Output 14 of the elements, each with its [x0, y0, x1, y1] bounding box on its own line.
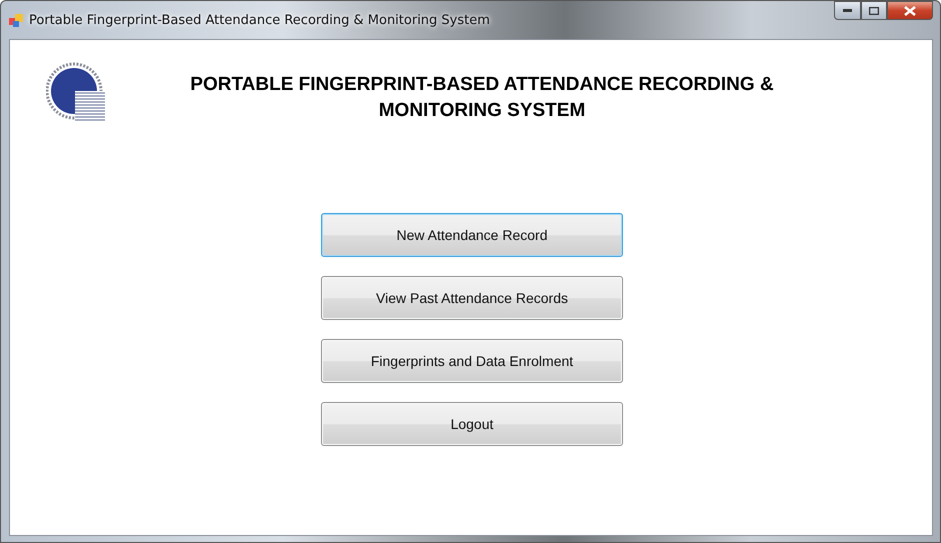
menu-button[interactable]: Fingerprints and Data Enrolment: [321, 339, 623, 383]
app-icon: [9, 13, 23, 27]
maximize-button[interactable]: [861, 1, 887, 20]
minimize-button[interactable]: [834, 1, 861, 20]
heading: PORTABLE FINGERPRINT-BASED ATTENDANCE RECORDING & MONITORING SYSTEM: [189, 73, 775, 123]
menu-button[interactable]: New Attendance Record: [321, 213, 623, 257]
close-button[interactable]: [887, 1, 933, 20]
minimize-icon: [843, 9, 852, 12]
window-title: Portable Fingerprint-Based Attendance Recording & Monitoring System: [29, 12, 490, 28]
close-icon: [904, 6, 916, 16]
maximize-icon: [869, 6, 879, 14]
logo-icon: [46, 62, 106, 124]
menu-button[interactable]: View Past Attendance Records: [321, 276, 623, 320]
menu-button[interactable]: Logout: [321, 402, 623, 446]
